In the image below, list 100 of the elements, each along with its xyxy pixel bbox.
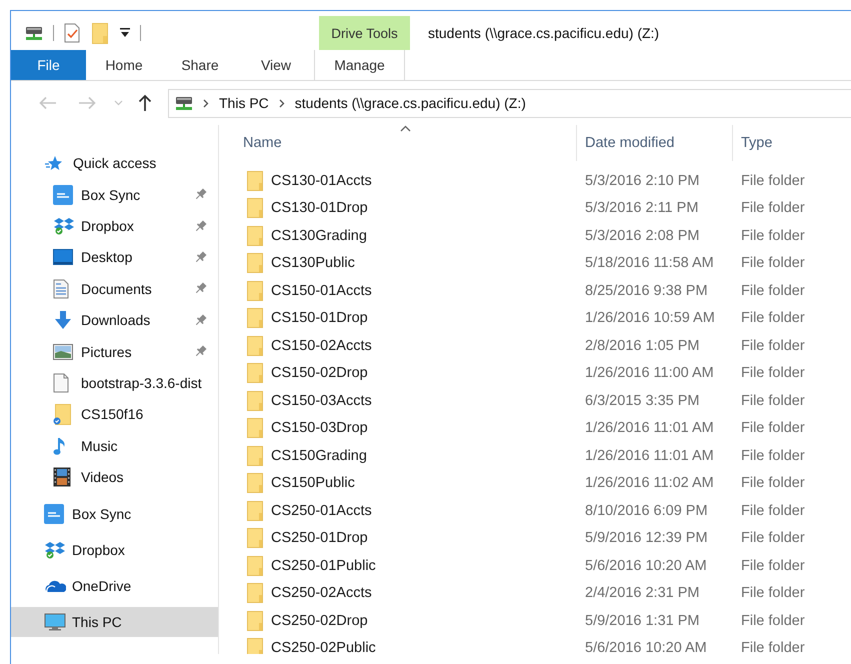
table-cell: 5/3/2016 2:11 PM (585, 200, 698, 216)
nav-item[interactable]: Pictures (11, 336, 218, 368)
folder-icon (247, 226, 263, 246)
file-name[interactable]: CS250-02Drop (271, 612, 368, 629)
folder-icon (247, 280, 263, 301)
table-cell: File folder (741, 448, 805, 464)
nav-item[interactable]: CS150f16 (11, 398, 218, 430)
table-cell: 5/9/2016 1:31 PM (585, 612, 700, 629)
file-name[interactable]: CS250-01Accts (271, 502, 372, 519)
nav-item[interactable]: Desktop (11, 242, 218, 274)
file-name[interactable]: CS150Grading (271, 448, 367, 464)
folder-icon (247, 390, 263, 411)
folder-icon (247, 500, 263, 521)
folder-icon (247, 528, 263, 548)
file-name[interactable]: CS250-01Public (271, 558, 376, 574)
ribbon-tab[interactable]: Home (86, 50, 162, 80)
table-cell: 5/6/2016 10:20 AM (585, 640, 707, 654)
file-name[interactable]: CS150-03Drop (271, 420, 368, 436)
table-cell: File folder (741, 392, 805, 409)
drive-tools-label: Drive Tools (319, 16, 410, 50)
table-cell: 2/8/2016 1:05 PM (585, 338, 700, 354)
nav-item[interactable]: Downloads (11, 304, 218, 336)
document-icon (53, 278, 69, 299)
file-name[interactable]: CS150-03Accts (271, 392, 372, 409)
file-name[interactable]: CS250-01Drop (271, 530, 368, 546)
column-header[interactable]: Type (733, 125, 851, 161)
file-name[interactable]: CS150-02Accts (271, 338, 372, 354)
pin-icon[interactable] (194, 345, 207, 358)
desktop-icon (53, 249, 73, 266)
synced-folder-icon (53, 404, 71, 425)
pin-icon[interactable] (194, 220, 207, 233)
table-cell: 1/26/2016 11:01 AM (585, 448, 714, 464)
folder-icon (247, 363, 263, 384)
file-name[interactable]: CS130Grading (271, 228, 367, 244)
table-cell: File folder (741, 502, 805, 519)
file-menu-tab[interactable]: File (11, 50, 86, 80)
table-cell: File folder (741, 365, 805, 382)
ribbon-tab[interactable]: View (238, 50, 314, 80)
file-name[interactable]: CS130-01Drop (271, 200, 368, 216)
window-title: students (\\grace.cs.pacificu.edu) (Z:) (428, 24, 660, 43)
table-cell: File folder (741, 558, 805, 574)
nav-item[interactable]: Dropbox (11, 534, 218, 565)
nav-item[interactable]: Box Sync (11, 179, 218, 210)
folder-icon (247, 446, 263, 466)
chevron-icon[interactable] (203, 98, 209, 108)
up-arrow-icon[interactable] (138, 94, 152, 112)
customize-dropdown-icon[interactable] (120, 28, 130, 38)
pin-icon[interactable] (194, 282, 207, 296)
table-cell: 5/18/2016 11:58 AM (585, 255, 714, 272)
file-name[interactable]: CS250-02Accts (271, 585, 372, 602)
checklist-icon[interactable] (64, 23, 80, 43)
column-header[interactable]: Name (219, 125, 577, 161)
table-cell: 1/26/2016 11:02 AM (585, 475, 714, 492)
file-name[interactable]: CS130Public (271, 255, 355, 272)
image-icon (53, 344, 73, 360)
file-name[interactable]: CS150-01Drop (271, 310, 368, 326)
pin-icon[interactable] (194, 188, 207, 202)
nav-item[interactable]: Dropbox (11, 210, 218, 242)
nav-item[interactable]: OneDrive (11, 570, 218, 601)
table-cell: 1/26/2016 11:00 AM (585, 365, 714, 382)
folder-icon (247, 336, 263, 356)
table-cell: File folder (741, 255, 805, 272)
file-icon (53, 373, 69, 394)
open-box-icon (53, 217, 75, 236)
table-cell: File folder (741, 338, 805, 354)
folder-icon (247, 556, 263, 576)
table-cell: File folder (741, 420, 805, 436)
nav-item[interactable]: This PC (11, 606, 218, 637)
table-cell: File folder (741, 530, 805, 546)
column-header[interactable]: Date modified (577, 125, 733, 161)
table-cell: File folder (741, 282, 805, 299)
breadcrumb[interactable]: This PC (219, 95, 269, 111)
table-cell: 5/3/2016 2:10 PM (585, 172, 700, 189)
nav-item[interactable]: Documents (11, 273, 218, 305)
pin-icon[interactable] (194, 250, 207, 264)
table-cell: File folder (741, 475, 805, 492)
table-cell: 8/10/2016 6:09 PM (585, 502, 708, 519)
network-drive-icon (175, 96, 193, 110)
file-name[interactable]: CS150-02Drop (271, 365, 368, 382)
nav-item[interactable]: bootstrap-3.3.6-dist (11, 367, 218, 399)
ribbon-tab[interactable]: Share (162, 50, 238, 80)
file-name[interactable]: CS130-01Accts (271, 172, 372, 189)
folder-icon (247, 170, 263, 191)
nav-item[interactable]: Music (11, 430, 218, 462)
open-box-icon (44, 540, 66, 559)
network-drive-icon (25, 26, 43, 40)
file-name[interactable]: CS250-02Public (271, 640, 376, 654)
file-name[interactable]: CS150-01Accts (271, 282, 372, 299)
star-icon (45, 154, 63, 172)
nav-item[interactable]: Box Sync (11, 498, 218, 529)
square-app-icon (53, 184, 73, 205)
cloud-icon (44, 578, 66, 593)
chevron-icon[interactable] (278, 98, 285, 108)
nav-item[interactable]: Videos (11, 462, 218, 493)
nav-item[interactable]: Quick access (11, 147, 218, 179)
table-cell: File folder (741, 612, 805, 629)
file-name[interactable]: CS150Public (271, 475, 355, 492)
pin-icon[interactable] (194, 314, 207, 327)
breadcrumb[interactable]: students (\\grace.cs.pacificu.edu) (Z:) (294, 95, 526, 111)
address-bar[interactable]: This PC students (\\grace.cs.pacificu.edu) (Z:) (168, 88, 851, 118)
